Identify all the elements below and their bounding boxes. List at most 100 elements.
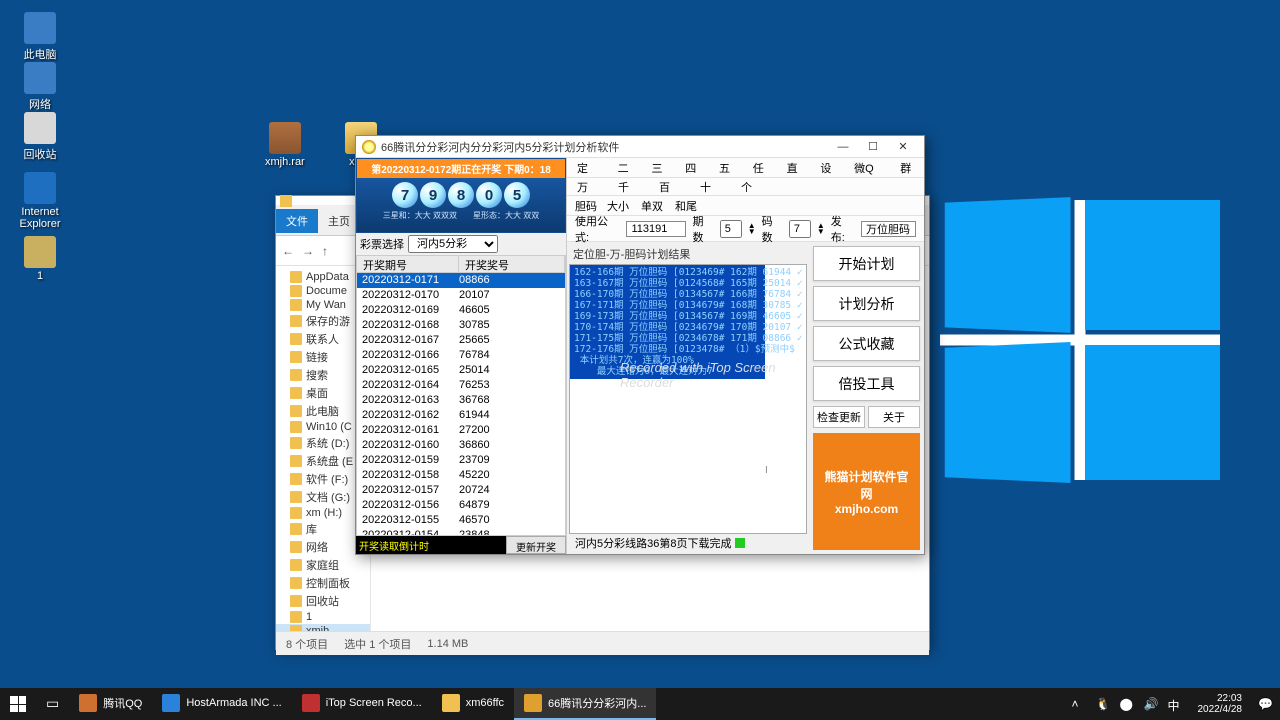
desktop-icon-0[interactable]: 此电脑 xyxy=(10,12,70,62)
recorder-watermark: Recorded with iTop Screen Recorder xyxy=(620,360,806,390)
menu-8[interactable]: 微Q说明 xyxy=(844,158,890,177)
minimize-button[interactable]: — xyxy=(828,137,858,157)
menu-7[interactable]: 设置 xyxy=(810,158,844,177)
draw-row[interactable]: 20220312-016946605 xyxy=(357,303,565,318)
tray-qq-icon[interactable]: 🐧 xyxy=(1096,697,1110,711)
taskbar-app-3[interactable]: xm66ffc xyxy=(432,688,514,720)
publish-input[interactable] xyxy=(861,221,916,237)
draw-row[interactable]: 20220312-016036860 xyxy=(357,438,565,453)
draw-row[interactable]: 20220312-016127200 xyxy=(357,423,565,438)
app-icon xyxy=(362,140,376,154)
draw-row[interactable]: 20220312-015923709 xyxy=(357,453,565,468)
draw-row[interactable]: 20220312-017020107 xyxy=(357,288,565,303)
draw-row[interactable]: 20220312-016676784 xyxy=(357,348,565,363)
menu-2[interactable]: 三星 xyxy=(641,158,675,177)
menu-4[interactable]: 五星 xyxy=(709,158,743,177)
menu-3[interactable]: 四星 xyxy=(675,158,709,177)
desktop-icon-4[interactable]: 1 xyxy=(10,236,70,282)
start-plan-button[interactable]: 开始计划 xyxy=(813,246,920,281)
result-textbox[interactable]: 162-166期 万位胆码 [0123469# 162期 61944 ✓ 163… xyxy=(569,264,807,534)
digit-tab-4[interactable]: 个 xyxy=(739,178,754,195)
explorer-tab-file[interactable]: 文件 xyxy=(276,209,318,233)
draw-row[interactable]: 20220312-015664879 xyxy=(357,498,565,513)
draw-banner: 第20220312-0172期正在开奖 下期0：18 79805 三星和：大大 … xyxy=(356,158,566,233)
period-input[interactable] xyxy=(720,220,742,238)
volume-icon[interactable]: 🔊 xyxy=(1144,697,1158,711)
tree-item[interactable]: 控制面板 xyxy=(276,574,370,592)
save-formula-button[interactable]: 公式收藏 xyxy=(813,326,920,361)
period-spinner[interactable]: ▲▼ xyxy=(748,223,756,235)
desktop-icon-2[interactable]: 回收站 xyxy=(10,112,70,162)
lottery-ball: 5 xyxy=(504,182,530,208)
clock[interactable]: 22:032022/4/28 xyxy=(1192,693,1249,715)
option-0[interactable]: 大小 xyxy=(607,201,629,213)
lottery-ball: 7 xyxy=(392,182,418,208)
tree-item[interactable]: 家庭组 xyxy=(276,556,370,574)
menu-5[interactable]: 任选 xyxy=(743,158,777,177)
digit-tab-2[interactable]: 百 xyxy=(657,178,672,195)
taskbar-app-1[interactable]: HostArmada INC ... xyxy=(152,688,291,720)
menu-0[interactable]: 定位胆 xyxy=(567,158,608,177)
draw-row[interactable]: 20220312-016525014 xyxy=(357,363,565,378)
multiply-tool-button[interactable]: 倍投工具 xyxy=(813,366,920,401)
promo-box[interactable]: 熊猫计划软件官网 xmjho.com xyxy=(813,433,920,550)
lottery-ball: 0 xyxy=(476,182,502,208)
formula-input[interactable] xyxy=(626,221,686,237)
tray-record-icon[interactable]: ⬤ xyxy=(1120,697,1134,711)
draw-row[interactable]: 20220312-015546570 xyxy=(357,513,565,528)
nav-back-icon[interactable]: ← xyxy=(282,244,294,258)
draw-row[interactable]: 20220312-016725665 xyxy=(357,333,565,348)
lottery-app-window[interactable]: 66腾讯分分彩河内分分彩河内5分彩计划分析软件 — ☐ ✕ 第20220312-… xyxy=(355,135,925,555)
titlebar[interactable]: 66腾讯分分彩河内分分彩河内5分彩计划分析软件 — ☐ ✕ xyxy=(356,136,924,158)
digit-tab-1[interactable]: 千 xyxy=(616,178,631,195)
draw-row[interactable]: 20220312-015845220 xyxy=(357,468,565,483)
draw-row[interactable]: 20220312-015423848 xyxy=(357,528,565,536)
draw-row[interactable]: 20220312-017108866 xyxy=(357,273,565,288)
ime-icon[interactable]: 中 xyxy=(1168,697,1182,711)
digit-tab-0[interactable]: 万 xyxy=(575,178,590,195)
file-xmjh-rar[interactable]: xmjh.rar xyxy=(265,122,305,168)
menu-9[interactable]: 群发 xyxy=(890,158,924,177)
draw-row[interactable]: 20220312-016830785 xyxy=(357,318,565,333)
codes-input[interactable] xyxy=(789,220,811,238)
nav-up-icon[interactable]: ↑ xyxy=(322,244,328,258)
codes-spinner[interactable]: ▲▼ xyxy=(817,223,825,235)
menu-1[interactable]: 二星 xyxy=(608,158,642,177)
lottery-ball: 8 xyxy=(448,182,474,208)
tree-item[interactable]: 回收站 xyxy=(276,592,370,610)
close-button[interactable]: ✕ xyxy=(888,137,918,157)
explorer-tab-home[interactable]: 主页 xyxy=(318,209,360,233)
digit-tab-3[interactable]: 十 xyxy=(698,178,713,195)
draw-row[interactable]: 20220312-016261944 xyxy=(357,408,565,423)
refresh-draws-button[interactable]: 更新开奖 xyxy=(506,536,566,554)
tree-item[interactable]: 1 xyxy=(276,610,370,624)
desktop-icon-1[interactable]: 网络 xyxy=(10,62,70,112)
task-view-button[interactable]: ▭ xyxy=(36,688,69,720)
analyze-plan-button[interactable]: 计划分析 xyxy=(813,286,920,321)
maximize-button[interactable]: ☐ xyxy=(858,137,888,157)
app-statusbar: 河内5分彩线路36第8页下载完成 xyxy=(569,534,807,552)
option-2[interactable]: 和尾 xyxy=(675,201,697,213)
draw-row[interactable]: 20220312-015720724 xyxy=(357,483,565,498)
draw-row[interactable]: 20220312-016476253 xyxy=(357,378,565,393)
progress-indicator xyxy=(735,538,745,548)
draw-row[interactable]: 20220312-016336768 xyxy=(357,393,565,408)
nav-fwd-icon[interactable]: → xyxy=(302,244,314,258)
check-update-button[interactable]: 检查更新 xyxy=(813,406,865,428)
tray-expand-icon[interactable]: ˄ xyxy=(1072,697,1086,711)
option-1[interactable]: 单双 xyxy=(641,201,663,213)
desktop-icon-3[interactable]: Internet Explorer xyxy=(10,172,70,230)
digit-tabs: 万千百十个 xyxy=(567,178,924,196)
windows-logo-wallpaper xyxy=(940,200,1220,480)
about-button[interactable]: 关于 xyxy=(868,406,920,428)
menu-6[interactable]: 直选 xyxy=(777,158,811,177)
window-title: 66腾讯分分彩河内分分彩河内5分彩计划分析软件 xyxy=(381,139,619,155)
taskbar-app-0[interactable]: 腾讯QQ xyxy=(69,688,152,720)
lottery-select[interactable]: 河内5分彩 xyxy=(408,235,498,253)
taskbar-app-2[interactable]: iTop Screen Reco... xyxy=(292,688,432,720)
start-button[interactable] xyxy=(0,688,36,720)
tree-item[interactable]: xmjh xyxy=(276,624,370,631)
notifications-icon[interactable]: 💬 xyxy=(1258,697,1272,711)
taskbar-app-4[interactable]: 66腾讯分分彩河内... xyxy=(514,688,656,720)
draw-list[interactable]: 20220312-01710886620220312-0170201072022… xyxy=(356,273,566,536)
